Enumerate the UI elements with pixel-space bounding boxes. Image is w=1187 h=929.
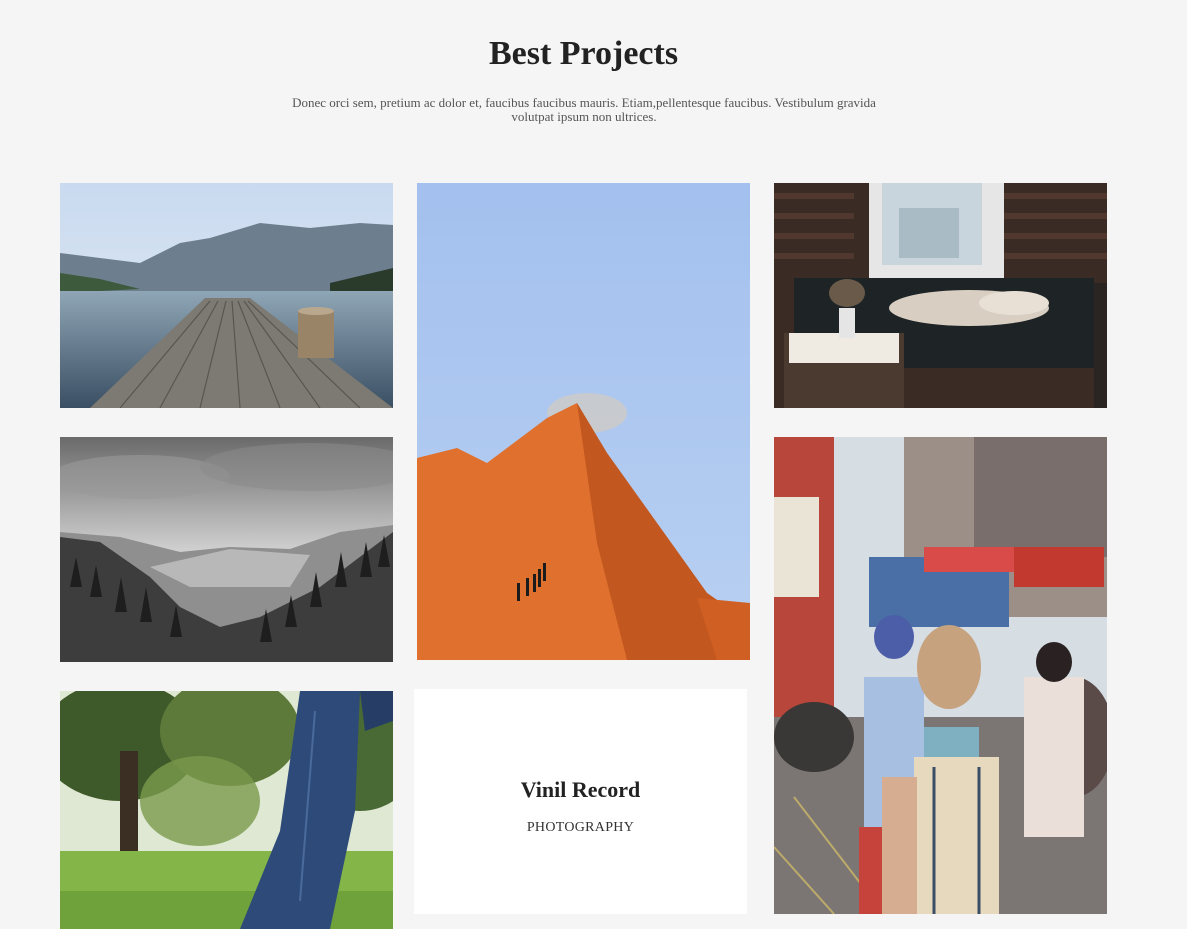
section-description: Donec orci sem, pretium ac dolor et, fau… <box>292 95 876 124</box>
project-card-vinil-record[interactable]: Vinil Record PHOTOGRAPHY <box>414 689 747 914</box>
project-image-room[interactable] <box>774 183 1107 408</box>
lake-pier-image <box>60 183 393 408</box>
project-image-lake[interactable] <box>60 183 393 408</box>
project-card-title: Vinil Record <box>520 777 641 802</box>
project-image-dune[interactable] <box>417 183 750 660</box>
forest-hills-image <box>60 437 393 662</box>
project-image-forest[interactable] <box>60 437 393 662</box>
project-image-park[interactable] <box>60 691 393 929</box>
sand-dune-image <box>417 183 750 660</box>
project-image-street[interactable] <box>774 437 1107 914</box>
park-walk-image <box>60 691 393 929</box>
section-title: Best Projects <box>488 35 679 72</box>
city-street-image <box>774 437 1107 914</box>
project-card-category: PHOTOGRAPHY <box>526 820 635 835</box>
sofa-room-image <box>774 183 1107 408</box>
